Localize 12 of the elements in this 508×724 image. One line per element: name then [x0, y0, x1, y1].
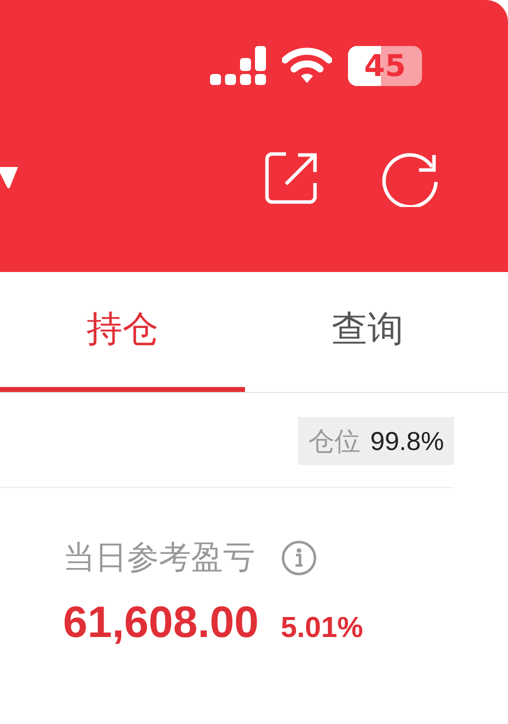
profit-amount: 61,608.00	[63, 598, 259, 648]
signal-icon	[210, 46, 266, 86]
export-icon[interactable]	[264, 150, 320, 206]
profit-label: 当日参考盈亏	[63, 538, 255, 577]
caret-icon[interactable]	[0, 165, 18, 191]
info-icon[interactable]	[281, 540, 317, 576]
profit-percent: 5.01%	[280, 612, 363, 645]
position-value: 99.8%	[370, 426, 444, 456]
position-label: 仓位	[308, 424, 360, 458]
tab[interactable]: 查询	[245, 272, 490, 392]
tab[interactable]: 持仓	[0, 272, 245, 392]
wifi-icon	[282, 47, 332, 85]
